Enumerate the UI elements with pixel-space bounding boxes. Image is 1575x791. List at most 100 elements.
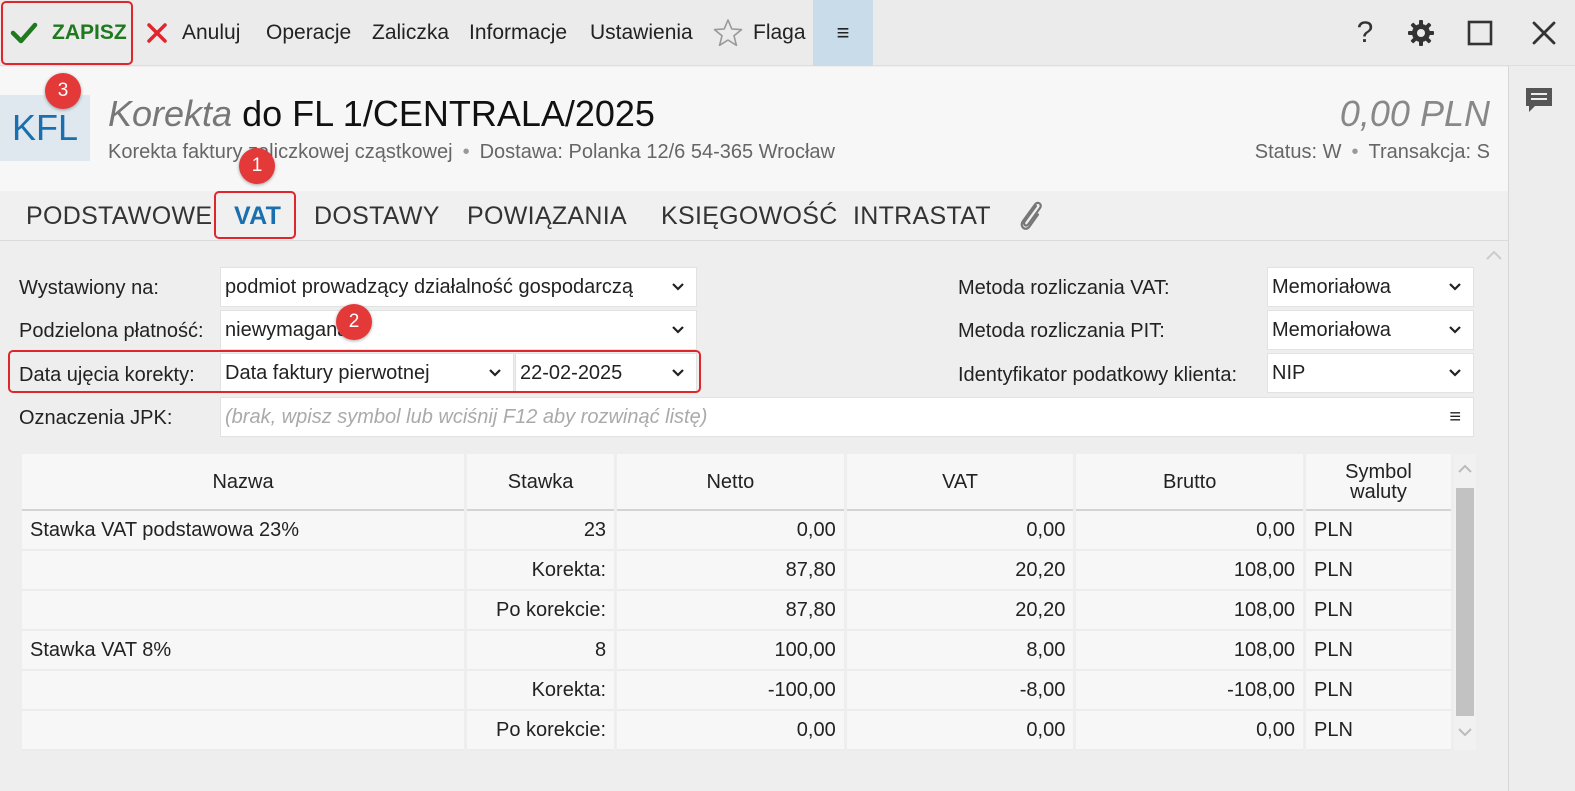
chevron-down-icon	[672, 283, 684, 291]
chevron-down-icon	[672, 369, 684, 377]
tab-intrastat[interactable]: INTRASTAT	[853, 191, 991, 241]
split-payment-label: Podzielona płatność:	[19, 320, 204, 342]
cell-netto: 0,00	[615, 710, 847, 751]
cell-netto: -100,00	[615, 670, 847, 711]
operations-label: Operacje	[266, 21, 352, 44]
close-icon	[1532, 21, 1556, 45]
scroll-down-icon[interactable]	[1457, 726, 1473, 738]
settings-gear-button[interactable]	[1401, 0, 1441, 66]
cell-netto: 87,80	[615, 590, 847, 631]
scroll-up-icon[interactable]	[1457, 462, 1473, 474]
right-side-panel	[1508, 66, 1575, 791]
split-payment-value: niewymagana	[225, 318, 349, 341]
cell-nazwa	[22, 710, 468, 751]
pit-method-value: Memoriałowa	[1272, 318, 1391, 341]
cancel-button[interactable]: Anuluj	[146, 0, 240, 66]
cell-brutto: -108,00	[1074, 670, 1306, 711]
close-x-icon	[147, 23, 167, 43]
split-payment-select[interactable]: niewymagana	[220, 310, 697, 350]
vat-table: Nazwa Stawka Netto VAT Brutto Symbol wal…	[22, 454, 1454, 751]
cancel-label: Anuluj	[182, 21, 241, 44]
advance-menu[interactable]: Zaliczka	[372, 0, 449, 66]
document-subtitle: Korekta faktury zaliczkowej cząstkowej • D…	[108, 141, 835, 163]
document-status: Status: W • Transakcja: S	[1254, 141, 1490, 163]
pit-method-label: Metoda rozliczania PIT:	[958, 320, 1165, 342]
information-menu[interactable]: Informacje	[469, 0, 567, 66]
flag-button[interactable]: Flaga	[713, 0, 806, 66]
tab-vat[interactable]: VAT	[234, 191, 281, 241]
jpk-placeholder: (brak, wpisz symbol lub wciśnij F12 aby …	[225, 405, 708, 428]
help-button[interactable]: ?	[1345, 0, 1385, 66]
table-row[interactable]: Po korekcie: 0,00 0,00 0,00 PLN	[22, 710, 1454, 751]
cell-stawka: Po korekcie:	[465, 590, 618, 631]
tab-ksiegowosc[interactable]: KSIĘGOWOŚĆ	[661, 191, 838, 241]
table-row[interactable]: Stawka VAT podstawowa 23% 23 0,00 0,00 0…	[22, 510, 1454, 551]
tab-dostawy[interactable]: DOSTAWY	[314, 191, 440, 241]
close-window-button[interactable]	[1524, 0, 1564, 66]
settings-label: Ustawienia	[590, 21, 693, 44]
correction-date-mode-select[interactable]: Data faktury pierwotnej	[220, 353, 514, 393]
flag-label: Flaga	[753, 21, 806, 44]
scrollbar-thumb[interactable]	[1456, 488, 1474, 716]
maximize-icon	[1467, 20, 1493, 46]
chevron-down-icon	[1449, 369, 1461, 377]
chevron-down-icon	[1449, 326, 1461, 334]
document-number: do FL 1/CENTRALA/2025	[242, 93, 655, 134]
correction-date-picker[interactable]: 22-02-2025	[515, 353, 697, 393]
tab-bar: PODSTAWOWE VAT DOSTAWY POWIĄZANIA KSIĘGO…	[0, 191, 1508, 241]
cell-stawka: Po korekcie:	[465, 710, 618, 751]
pit-method-select[interactable]: Memoriałowa	[1267, 310, 1474, 350]
cell-currency: PLN	[1304, 630, 1454, 671]
cell-stawka: Korekta:	[465, 670, 618, 711]
settings-menu[interactable]: Ustawienia	[590, 0, 693, 66]
cell-brutto: 108,00	[1074, 590, 1306, 631]
table-row[interactable]: Stawka VAT 8% 8 100,00 8,00 108,00 PLN	[22, 630, 1454, 671]
issued-for-select[interactable]: podmiot prowadzący działalność gospodarc…	[220, 267, 697, 307]
cell-vat: 20,20	[845, 590, 1077, 631]
issued-for-label: Wystawiony na:	[19, 277, 159, 299]
cell-nazwa: Stawka VAT 8%	[22, 630, 468, 671]
hamburger-menu-button[interactable]: ≡	[813, 0, 873, 66]
cell-brutto: 0,00	[1074, 710, 1306, 751]
save-button[interactable]: ZAPISZ	[10, 0, 127, 66]
operations-menu[interactable]: Operacje	[266, 0, 351, 66]
cell-netto: 0,00	[615, 510, 847, 551]
table-scrollbar[interactable]	[1454, 454, 1476, 750]
column-header-symbol-waluty[interactable]: Symbol waluty	[1304, 454, 1454, 511]
transaction-value: Transakcja: S	[1368, 141, 1490, 163]
cell-vat: -8,00	[845, 670, 1077, 711]
tax-id-select[interactable]: NIP	[1267, 353, 1474, 393]
tab-powiazania[interactable]: POWIĄZANIA	[467, 191, 627, 241]
cell-vat: 20,20	[845, 550, 1077, 591]
vat-method-select[interactable]: Memoriałowa	[1267, 267, 1474, 307]
help-icon: ?	[1356, 16, 1374, 49]
column-header-netto[interactable]: Netto	[615, 454, 847, 511]
table-row[interactable]: Korekta: 87,80 20,20 108,00 PLN	[22, 550, 1454, 591]
callout-badge-2: 2	[336, 304, 372, 340]
issued-for-value: podmiot prowadzący działalność gospodarc…	[225, 275, 634, 298]
column-header-stawka[interactable]: Stawka	[465, 454, 618, 511]
table-row[interactable]: Korekta: -100,00 -8,00 -108,00 PLN	[22, 670, 1454, 711]
correction-date-value: 22-02-2025	[520, 361, 623, 384]
maximize-button[interactable]	[1460, 0, 1500, 66]
cell-brutto: 108,00	[1074, 630, 1306, 671]
document-type-badge: KFL	[0, 95, 90, 161]
jpk-input[interactable]: (brak, wpisz symbol lub wciśnij F12 aby …	[220, 397, 1474, 437]
correction-date-mode-value: Data faktury pierwotnej	[225, 361, 430, 384]
cell-netto: 100,00	[615, 630, 847, 671]
vat-method-label: Metoda rozliczania VAT:	[958, 277, 1170, 299]
cell-nazwa: Stawka VAT podstawowa 23%	[22, 510, 468, 551]
jpk-list-icon[interactable]: ≡	[1449, 406, 1461, 429]
document-header: KFL Korekta do FL 1/CENTRALA/2025 Korekta…	[0, 67, 1508, 191]
page-title: Korekta do FL 1/CENTRALA/2025	[108, 93, 655, 135]
tab-podstawowe[interactable]: PODSTAWOWE	[26, 191, 212, 241]
table-row[interactable]: Po korekcie: 87,80 20,20 108,00 PLN	[22, 590, 1454, 631]
scroll-up-icon[interactable]	[1485, 248, 1503, 262]
comment-icon[interactable]	[1523, 84, 1555, 116]
column-header-brutto[interactable]: Brutto	[1074, 454, 1306, 511]
column-header-nazwa[interactable]: Nazwa	[22, 454, 468, 511]
menu-icon: ≡	[836, 20, 850, 45]
column-header-vat[interactable]: VAT	[845, 454, 1077, 511]
cell-stawka: 23	[465, 510, 618, 551]
tab-attachments[interactable]	[1016, 191, 1046, 241]
